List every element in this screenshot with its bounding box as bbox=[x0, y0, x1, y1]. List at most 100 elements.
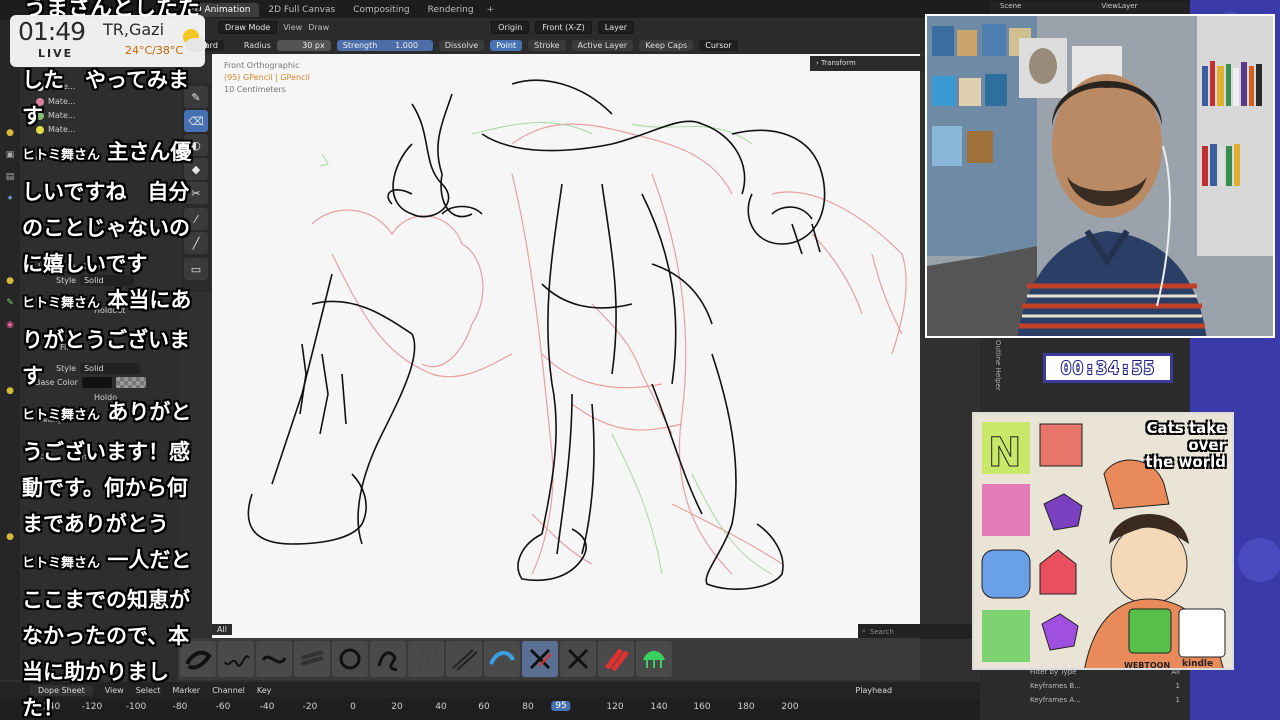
grid-scale-label: 10 Centimeters bbox=[224, 85, 286, 94]
n-panel-transform[interactable]: › Transform bbox=[810, 56, 925, 71]
temp-low: 24°C/ bbox=[125, 44, 156, 57]
material-tab-icon[interactable]: ◉ bbox=[3, 318, 17, 332]
viewport-overlay-text: Front Orthographic (95) GPencil | GPenci… bbox=[224, 60, 310, 96]
output-tab-icon[interactable]: ▤ bbox=[3, 170, 17, 184]
brush-search[interactable]: ⌕ Search bbox=[858, 624, 973, 639]
chat-text: 主さん優 bbox=[107, 140, 192, 164]
tool-settings-bar: er Hard Radius 30 px Strength 1.000 Diss… bbox=[180, 36, 925, 54]
strength-label: Strength bbox=[342, 40, 378, 50]
outline-helper-tab[interactable]: Outline Helper bbox=[990, 340, 1002, 410]
temperature: 24°C/38°C bbox=[125, 44, 183, 57]
brush-preset[interactable] bbox=[256, 641, 292, 677]
chat-text: 一人だと bbox=[107, 548, 192, 572]
timeline-tick: 60 bbox=[478, 702, 490, 712]
active-layer-toggle[interactable]: Active Layer bbox=[571, 39, 634, 51]
drawing-canvas[interactable]: Front Orthographic (95) GPencil | GPenci… bbox=[212, 54, 920, 640]
brush-preset[interactable] bbox=[332, 641, 368, 677]
radius-label: Radius bbox=[243, 40, 271, 50]
mode-select[interactable]: Draw Mode bbox=[218, 20, 278, 34]
add-workspace-button[interactable]: + bbox=[487, 5, 495, 15]
wrench-icon[interactable]: ✦ bbox=[3, 192, 17, 206]
tab-2d-full-canvas[interactable]: 2D Full Canvas bbox=[259, 3, 344, 17]
timeline-tick: 40 bbox=[435, 702, 447, 712]
chat-text: 当に助かりまし bbox=[22, 660, 169, 684]
strength-field[interactable]: Strength 1.000 bbox=[336, 39, 433, 51]
playhead-select[interactable]: Playhead bbox=[855, 686, 892, 695]
keep-caps-toggle[interactable]: Keep Caps bbox=[639, 39, 694, 51]
tool-tab-icon[interactable]: ● bbox=[3, 126, 17, 140]
chat-line: 当に助かりまし bbox=[22, 654, 222, 690]
view-layer-name[interactable]: ViewLayer bbox=[1101, 2, 1137, 10]
chat-text: までありがとう bbox=[22, 512, 169, 536]
tab-rendering[interactable]: Rendering bbox=[419, 3, 483, 17]
sketch-drawing bbox=[247, 79, 907, 590]
keyframes-b-value[interactable]: 1 bbox=[1176, 682, 1180, 690]
chat-line: す bbox=[22, 358, 222, 394]
green-sketch-layer bbox=[319, 121, 773, 575]
keyframes-a-row: Keyframes A... 1 bbox=[1030, 696, 1180, 704]
brush-preset[interactable] bbox=[370, 641, 406, 677]
timer-value: 00:34:55 bbox=[1060, 357, 1156, 380]
layer-select[interactable]: Layer bbox=[597, 20, 635, 34]
comic-title-line: Cats take bbox=[1146, 419, 1227, 437]
chat-text: りがとうございま bbox=[22, 328, 190, 352]
timeline-tick: 120 bbox=[606, 702, 624, 712]
kindle-logo: kindle bbox=[1182, 659, 1214, 669]
axis-select[interactable]: Front (X-Z) bbox=[535, 20, 592, 34]
chat-line: りがとうございま bbox=[22, 322, 222, 358]
data-icon[interactable]: ● bbox=[3, 530, 17, 544]
timeline-tick: 80 bbox=[522, 702, 534, 712]
brush-tray bbox=[178, 638, 920, 680]
point-toggle[interactable]: Point bbox=[490, 39, 523, 51]
dope-menu-key[interactable]: Key bbox=[257, 686, 272, 695]
chat-line: に嬉しいです bbox=[22, 246, 222, 282]
chat-line: までありがとう bbox=[22, 506, 222, 542]
object-data-icon[interactable]: ● bbox=[3, 274, 17, 288]
comic-ad-panel: N Cats take over the world WEBTOON kindl… bbox=[972, 412, 1234, 670]
chat-line: なかったので、本 bbox=[22, 618, 222, 654]
brush-preset[interactable] bbox=[560, 641, 596, 677]
chat-text: なかったので、本 bbox=[22, 624, 190, 648]
viewport-header: Draw Mode View Draw Origin Front (X-Z) L… bbox=[180, 18, 925, 36]
brush-preset[interactable] bbox=[484, 641, 520, 677]
brush-preset[interactable] bbox=[598, 641, 634, 677]
stroke-toggle[interactable]: Stroke bbox=[528, 39, 566, 51]
chat-line: す bbox=[22, 98, 222, 134]
brush-preset-selected[interactable] bbox=[522, 641, 558, 677]
brush-preset[interactable] bbox=[294, 641, 330, 677]
timeline-tick: -40 bbox=[259, 702, 275, 712]
radius-field[interactable]: 30 px bbox=[276, 39, 331, 51]
clock-location: TR,Gazi bbox=[103, 20, 165, 39]
chat-author: ヒトミ舞さん bbox=[22, 408, 101, 423]
comic-title-line: over bbox=[1188, 436, 1226, 454]
tab-compositing[interactable]: Compositing bbox=[344, 3, 418, 17]
chat-text: うございます！感 bbox=[22, 440, 190, 464]
chat-line: ヒトミ舞さん 一人だと bbox=[22, 542, 222, 582]
scene-name[interactable]: Scene bbox=[1000, 2, 1021, 10]
chat-line: ここまでの知恵が bbox=[22, 582, 222, 618]
constraint-icon[interactable]: ● bbox=[3, 384, 17, 398]
chat-line: ヒトミ舞さん 本当にあ bbox=[22, 282, 222, 322]
chat-author: ヒトミ舞さん bbox=[22, 556, 101, 571]
red-sketch-layer bbox=[311, 123, 907, 575]
comic-title: Cats take over the world bbox=[1145, 420, 1226, 471]
render-tab-icon[interactable]: ▣ bbox=[3, 148, 17, 162]
chat-author: ヒトミ舞さん bbox=[22, 296, 101, 311]
webcam-image bbox=[927, 16, 1273, 336]
brush-preset[interactable] bbox=[636, 641, 672, 677]
origin-select[interactable]: Origin bbox=[491, 20, 530, 34]
view-menu[interactable]: View bbox=[283, 23, 302, 32]
active-object-label: (95) GPencil | GPencil bbox=[224, 73, 310, 82]
dissolve-toggle[interactable]: Dissolve bbox=[438, 39, 485, 51]
current-frame-indicator[interactable]: 95 bbox=[551, 701, 571, 711]
draw-menu[interactable]: Draw bbox=[308, 23, 329, 32]
timeline-tick: 180 bbox=[737, 702, 755, 712]
brush-preset[interactable] bbox=[218, 641, 254, 677]
brush-preset[interactable] bbox=[408, 641, 444, 677]
brush-preset[interactable] bbox=[446, 641, 482, 677]
keyframes-b-label: Keyframes B... bbox=[1030, 682, 1081, 690]
modifier-icon[interactable]: ✎ bbox=[3, 296, 17, 310]
chat-text: しいですね 自分 bbox=[22, 180, 190, 204]
cursor-select[interactable]: Cursor bbox=[699, 39, 738, 51]
keyframes-a-value[interactable]: 1 bbox=[1176, 696, 1180, 704]
